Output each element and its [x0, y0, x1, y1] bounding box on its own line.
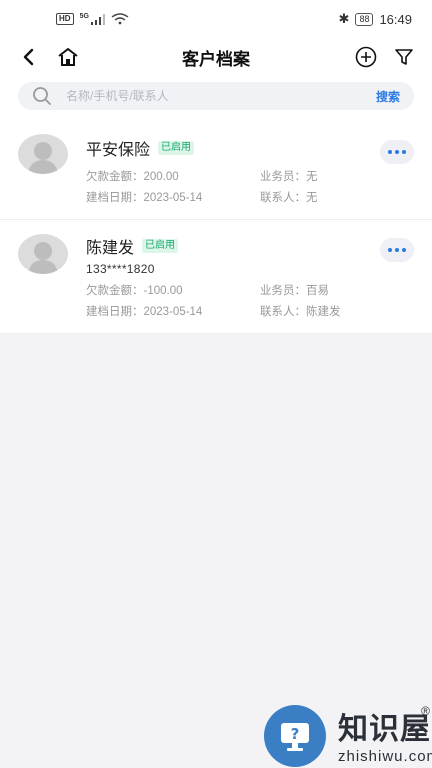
contact-value: 无 — [306, 192, 318, 204]
more-dot — [395, 150, 399, 154]
customer-list: 平安保险 已启用 欠款金额：200.00 业务员：无 建档日期：2023-05-… — [0, 122, 432, 334]
date-value: 2023-05-14 — [143, 192, 203, 204]
signal-icon — [90, 13, 105, 25]
filter-icon — [395, 49, 413, 65]
status-bar: HD 5G ✱ 88 16:49 — [0, 0, 432, 38]
date-label: 建档日期： — [86, 306, 144, 318]
more-dot — [388, 150, 392, 154]
salesman-label: 业务员： — [260, 171, 306, 183]
status-badge: 已启用 — [142, 239, 179, 253]
avatar-placeholder-icon — [28, 142, 58, 174]
name-row: 陈建发 已启用 — [86, 234, 414, 258]
status-badge: 已启用 — [158, 141, 195, 155]
home-button[interactable] — [54, 43, 82, 71]
customer-name: 平安保险 — [86, 142, 151, 159]
status-right: ✱ 88 16:49 — [339, 11, 412, 27]
bluetooth-icon: ✱ — [338, 11, 350, 26]
more-button[interactable] — [380, 238, 414, 262]
debt-label: 欠款金额： — [86, 285, 144, 297]
filter-button[interactable] — [390, 43, 418, 71]
name-row: 平安保险 已启用 — [86, 136, 414, 160]
salesman-value: 无 — [306, 171, 318, 183]
customer-card[interactable]: 陈建发 已启用 133****1820 欠款金额：-100.00 业务员：百易 … — [0, 220, 432, 334]
more-dot — [388, 248, 392, 252]
avatar-placeholder-icon — [28, 242, 58, 274]
contact-value: 陈建发 — [306, 306, 341, 318]
search-input[interactable] — [66, 89, 376, 103]
back-button[interactable] — [14, 43, 42, 71]
watermark-url: zhishiwu.com — [338, 748, 432, 765]
salesman-label: 业务员： — [260, 285, 306, 297]
avatar — [18, 134, 68, 174]
chevron-left-icon — [23, 48, 34, 66]
more-dot — [395, 248, 399, 252]
avatar — [18, 234, 68, 274]
top-area: HD 5G ✱ 88 16:49 客户档案 名称/手机号/联系人 搜索 — [0, 0, 432, 122]
date-value: 2023-05-14 — [143, 306, 203, 318]
watermark-logo: ? — [264, 705, 326, 767]
date-label: 建档日期： — [86, 192, 144, 204]
watermark: ? 知识屋 zhishiwu.com ® — [232, 704, 432, 768]
status-time: 16:49 — [379, 11, 412, 27]
contact-label: 联系人： — [260, 306, 306, 318]
status-left: HD 5G — [56, 13, 129, 25]
watermark-texts: 知识屋 zhishiwu.com — [338, 704, 432, 765]
question-monitor-icon: ? — [281, 723, 309, 751]
more-button[interactable] — [380, 140, 414, 164]
registered-mark: ® — [421, 704, 430, 718]
watermark-title: 知识屋 — [338, 712, 431, 747]
debt-label: 欠款金额： — [86, 171, 144, 183]
contact-label: 联系人： — [260, 192, 306, 204]
search-button[interactable]: 搜索 — [376, 88, 400, 105]
debt-value: -100.00 — [143, 285, 183, 297]
nav-bar: 客户档案 — [0, 38, 432, 76]
search-area: 搜索 — [0, 76, 432, 122]
plus-circle-icon — [355, 46, 377, 68]
home-icon — [58, 48, 78, 66]
battery-indicator: 88 — [355, 12, 374, 26]
add-customer-button[interactable] — [352, 43, 380, 71]
search-bar: 搜索 — [18, 82, 414, 110]
salesman-value: 百易 — [306, 285, 329, 297]
customer-phone: 133****1820 — [86, 262, 155, 276]
nav-actions — [352, 43, 418, 71]
debt-value: 200.00 — [143, 171, 179, 183]
hd-badge: HD — [56, 13, 74, 25]
more-dot — [402, 248, 406, 252]
customer-info: 欠款金额：-100.00 业务员：百易 建档日期：2023-05-14 联系人：… — [86, 282, 414, 319]
wifi-icon — [111, 13, 129, 25]
customer-card[interactable]: 平安保险 已启用 欠款金额：200.00 业务员：无 建档日期：2023-05-… — [0, 122, 432, 220]
customer-info: 欠款金额：200.00 业务员：无 建档日期：2023-05-14 联系人：无 — [86, 168, 414, 205]
customer-name: 陈建发 — [86, 240, 135, 257]
more-dot — [402, 150, 406, 154]
svg-text:?: ? — [291, 725, 300, 743]
network-type: 5G — [79, 12, 89, 20]
search-icon — [33, 87, 51, 105]
